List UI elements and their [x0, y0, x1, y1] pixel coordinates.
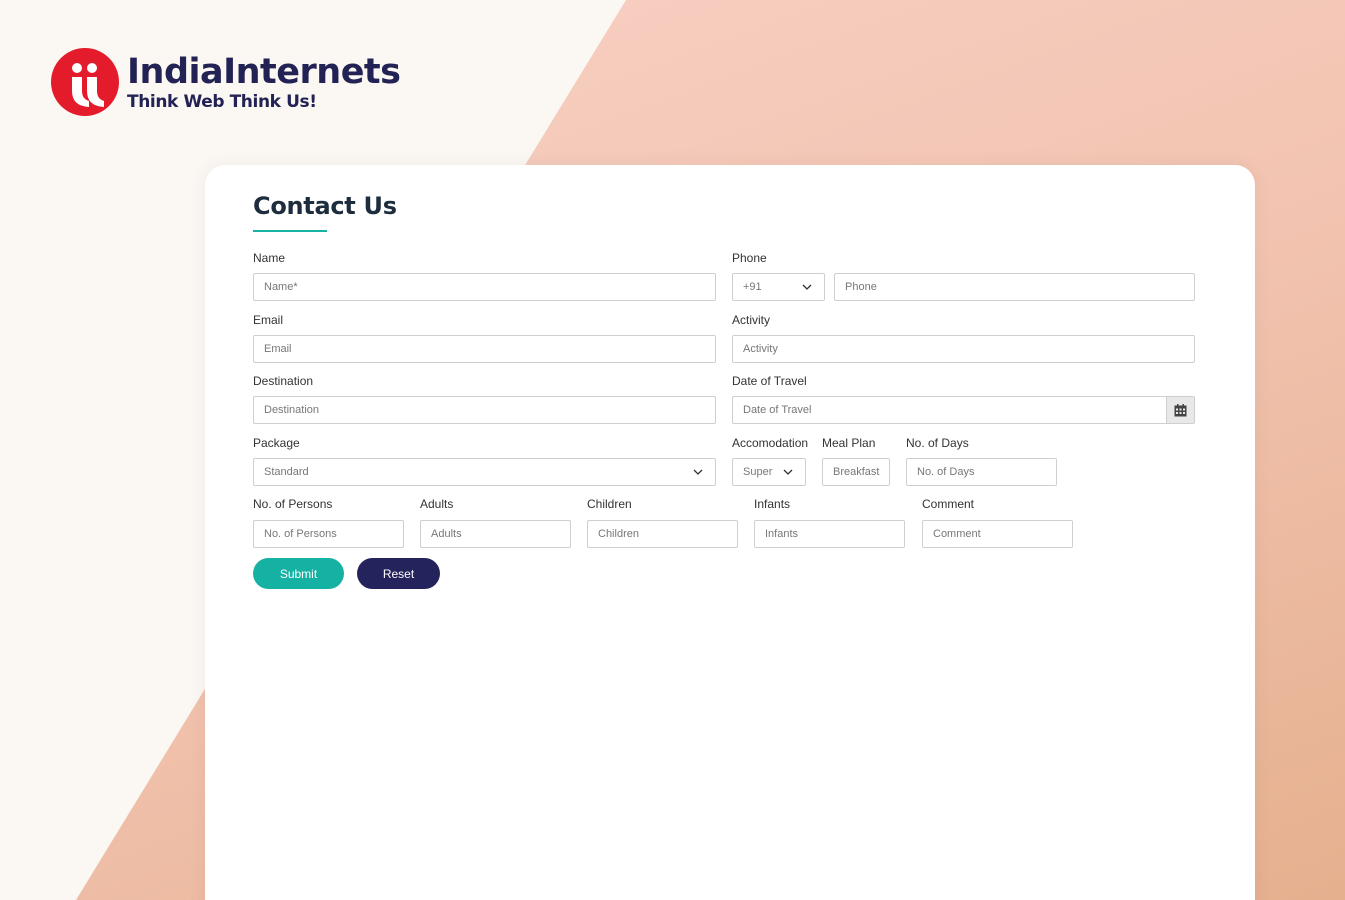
- country-code-select[interactable]: +91: [732, 273, 825, 301]
- email-label: Email: [253, 313, 284, 327]
- package-label: Package: [253, 436, 300, 450]
- contact-form-card: Contact Us Name Phone +91 Email Activity…: [205, 165, 1255, 900]
- package-select[interactable]: Standard: [253, 458, 716, 486]
- adults-input[interactable]: [431, 528, 570, 540]
- days-label: No. of Days: [906, 436, 969, 450]
- comment-input[interactable]: [933, 528, 1072, 540]
- country-code-value: +91: [743, 281, 762, 293]
- days-field[interactable]: [906, 458, 1057, 486]
- meal-plan-select[interactable]: Breakfast: [822, 458, 890, 486]
- name-input[interactable]: [264, 281, 715, 293]
- page-title: Contact Us: [253, 192, 397, 220]
- children-label: Children: [587, 497, 632, 511]
- name-label: Name: [253, 251, 286, 265]
- brand-tagline: Think Web Think Us!: [127, 92, 317, 112]
- calendar-icon: [1174, 403, 1187, 416]
- infants-input[interactable]: [765, 528, 904, 540]
- calendar-button[interactable]: [1166, 397, 1194, 423]
- phone-field[interactable]: [834, 273, 1195, 301]
- infants-label: Infants: [754, 497, 791, 511]
- logo-mark-icon: [51, 48, 119, 116]
- children-field[interactable]: [587, 520, 738, 548]
- adults-label: Adults: [420, 497, 454, 511]
- destination-label: Destination: [253, 374, 314, 388]
- persons-label: No. of Persons: [253, 497, 333, 511]
- brand-name: IndiaInternets: [127, 52, 401, 92]
- chevron-down-icon: [783, 469, 793, 475]
- date-label: Date of Travel: [732, 374, 807, 388]
- accommodation-label: Accomodation: [732, 436, 809, 450]
- brand-logo[interactable]: IndiaInternets Think Web Think Us!: [51, 48, 401, 116]
- accommodation-select[interactable]: Super: [732, 458, 806, 486]
- infants-field[interactable]: [754, 520, 905, 548]
- children-input[interactable]: [598, 528, 737, 540]
- chevron-down-icon: [802, 284, 812, 290]
- days-input[interactable]: [917, 466, 1056, 478]
- email-field[interactable]: [253, 335, 716, 363]
- persons-input[interactable]: [264, 528, 403, 540]
- destination-field[interactable]: [253, 396, 716, 424]
- phone-input[interactable]: [845, 281, 1194, 293]
- name-field[interactable]: [253, 273, 716, 301]
- package-value: Standard: [264, 466, 309, 478]
- adults-field[interactable]: [420, 520, 571, 548]
- activity-field[interactable]: [732, 335, 1195, 363]
- chevron-down-icon: [693, 469, 703, 475]
- comment-field[interactable]: [922, 520, 1073, 548]
- comment-label: Comment: [922, 497, 975, 511]
- date-input[interactable]: [743, 404, 1194, 416]
- title-underline: [253, 230, 327, 232]
- reset-button[interactable]: Reset: [357, 558, 440, 589]
- submit-button[interactable]: Submit: [253, 558, 344, 589]
- email-input[interactable]: [264, 343, 715, 355]
- accommodation-value: Super: [743, 466, 773, 478]
- persons-field[interactable]: [253, 520, 404, 548]
- activity-label: Activity: [732, 313, 771, 327]
- phone-label: Phone: [732, 251, 767, 265]
- meal-plan-value: Breakfast: [833, 466, 880, 478]
- destination-input[interactable]: [264, 404, 715, 416]
- date-field[interactable]: [732, 396, 1195, 424]
- meal-plan-label: Meal Plan: [822, 436, 876, 450]
- activity-input[interactable]: [743, 343, 1194, 355]
